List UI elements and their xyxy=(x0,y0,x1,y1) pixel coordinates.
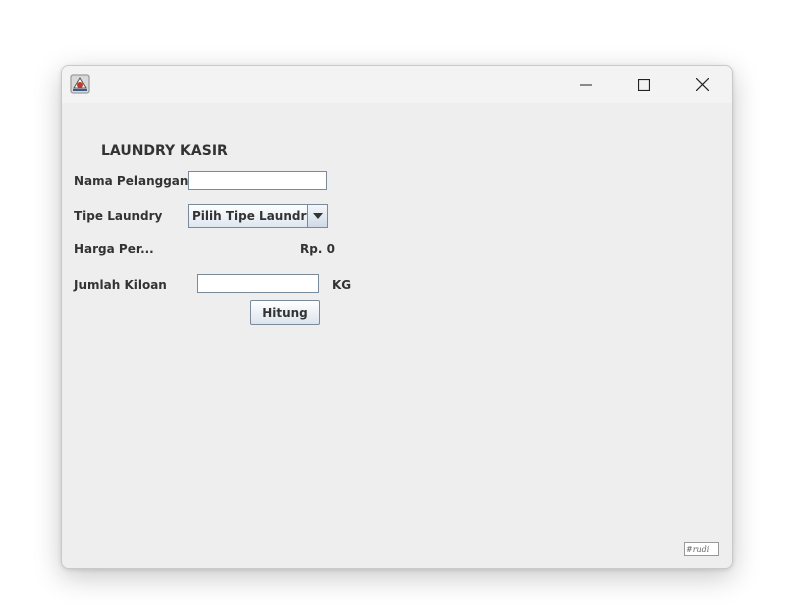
close-icon xyxy=(695,78,709,91)
watermark-label: #rudi xyxy=(684,542,719,556)
harga-value: Rp. 0 xyxy=(300,242,335,256)
hitung-button[interactable]: Hitung xyxy=(250,300,320,325)
form-title: LAUNDRY KASIR xyxy=(101,143,228,159)
maximize-icon xyxy=(638,78,650,91)
tipe-laundry-select[interactable]: Pilih Tipe Laundry... xyxy=(188,204,328,228)
title-bar[interactable] xyxy=(62,66,732,103)
kg-unit-label: KG xyxy=(332,278,352,292)
jumlah-kiloan-label: Jumlah Kiloan xyxy=(74,278,167,292)
maximize-button[interactable] xyxy=(615,66,673,103)
tipe-laundry-label: Tipe Laundry xyxy=(74,209,163,223)
close-button[interactable] xyxy=(673,66,731,103)
tipe-laundry-selected: Pilih Tipe Laundry... xyxy=(192,209,307,223)
minimize-button[interactable] xyxy=(557,66,615,103)
jumlah-kiloan-input[interactable] xyxy=(197,274,319,293)
nama-pelanggan-input[interactable] xyxy=(188,171,327,190)
form-panel: LAUNDRY KASIR Nama Pelanggan Tipe Laundr… xyxy=(62,103,732,568)
minimize-icon xyxy=(580,84,592,85)
nama-pelanggan-label: Nama Pelanggan xyxy=(74,174,189,188)
chevron-down-icon[interactable] xyxy=(307,205,327,227)
harga-label: Harga Per... xyxy=(74,242,154,256)
java-app-icon xyxy=(70,74,90,94)
app-window: LAUNDRY KASIR Nama Pelanggan Tipe Laundr… xyxy=(61,65,733,569)
